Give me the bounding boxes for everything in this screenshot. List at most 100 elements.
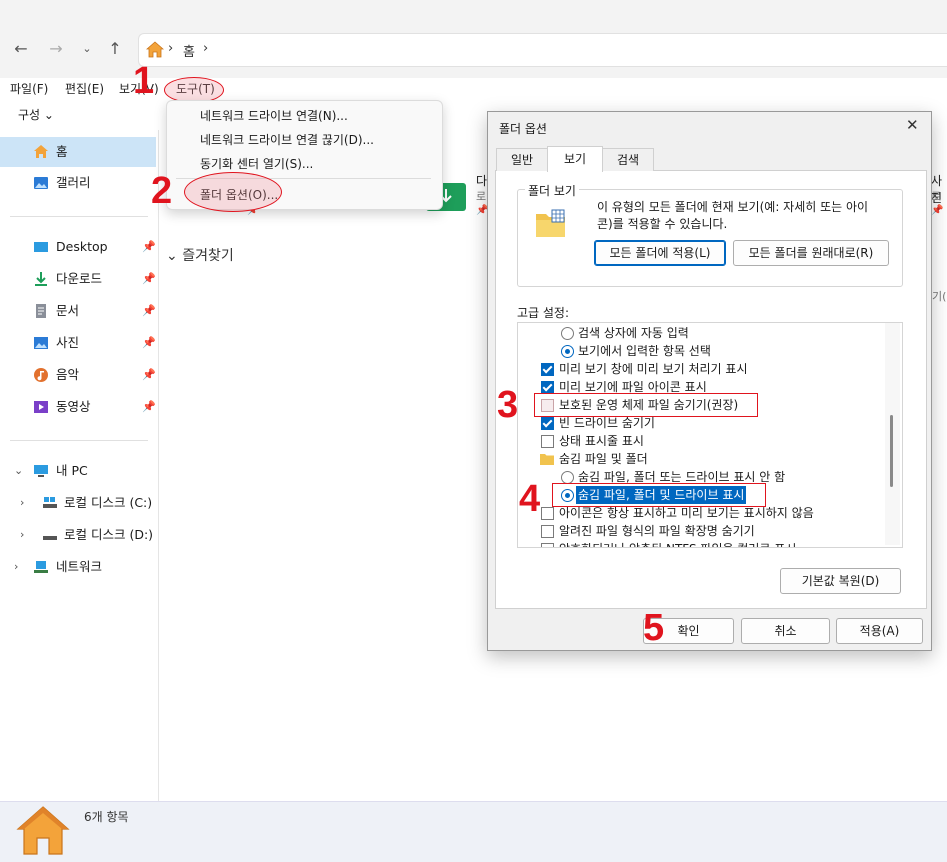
sidebar-item-label: 네트워크 <box>56 559 103 574</box>
pin-icon[interactable]: 📌 <box>142 360 156 390</box>
sidebar-item-this-pc[interactable]: ⌄ 내 PC <box>0 456 156 486</box>
sidebar-item-pictures[interactable]: 사진 📌 <box>0 328 156 358</box>
checkbox[interactable] <box>541 363 554 376</box>
checkbox[interactable] <box>541 435 554 448</box>
item-sublabel-truncated: 로 <box>931 190 942 203</box>
checkbox[interactable] <box>541 507 554 520</box>
music-icon <box>34 368 48 382</box>
chevron-right-icon[interactable]: › <box>20 488 24 518</box>
cancel-button[interactable]: 취소 <box>741 618 830 644</box>
tab-view[interactable]: 보기 <box>547 146 603 172</box>
sidebar-item-label: 갤러리 <box>56 175 91 190</box>
setting-row[interactable]: 암호화되거나 압축된 NTFS 파일을 컬러로 표시 <box>518 540 888 547</box>
organize-button[interactable]: 구성 ⌄ <box>18 106 54 123</box>
reset-folders-button[interactable]: 모든 폴더를 원래대로(R) <box>733 240 889 266</box>
item-sublabel-truncated: 로 <box>476 190 487 203</box>
pin-icon: 📌 <box>931 205 944 216</box>
menu-item-sync-center[interactable]: 동기화 센터 열기(S)... <box>200 155 313 172</box>
sidebar-item-videos[interactable]: 동영상 📌 <box>0 392 156 422</box>
favorites-label: 즐겨찾기 <box>182 248 234 264</box>
sidebar-divider <box>10 440 148 441</box>
settings-scrollbar-thumb[interactable] <box>890 415 893 487</box>
chevron-right-icon[interactable]: › <box>20 520 24 550</box>
pictures-icon <box>34 337 48 349</box>
sidebar-item-drive-c[interactable]: › 로컬 디스크 (C:) <box>0 488 156 518</box>
recent-chevron-icon[interactable]: ⌄ <box>76 38 98 60</box>
sidebar-item-music[interactable]: 음악 📌 <box>0 360 156 390</box>
chevron-down-icon[interactable]: ⌄ <box>14 456 23 486</box>
apply-button[interactable]: 적용(A) <box>836 618 923 644</box>
group-description-line2: 콘)를 적용할 수 있습니다. <box>597 217 728 231</box>
sidebar-item-downloads[interactable]: 다운로드 📌 <box>0 264 156 294</box>
sidebar-item-drive-d[interactable]: › 로컬 디스크 (D:) <box>0 520 156 550</box>
breadcrumb-home[interactable]: 홈 <box>183 41 195 60</box>
highlight-show-hidden-files <box>552 483 766 507</box>
sidebar-item-label: Desktop <box>56 239 108 254</box>
step-number-3: 3 <box>497 384 519 426</box>
setting-row[interactable]: 알려진 파일 형식의 파일 확장명 숨기기 <box>518 522 888 540</box>
tab-search[interactable]: 검색 <box>602 148 654 171</box>
home-large-icon <box>16 806 70 855</box>
pin-icon[interactable]: 📌 <box>142 328 156 358</box>
sidebar-divider <box>10 216 148 217</box>
pin-icon[interactable]: 📌 <box>142 392 156 422</box>
setting-row[interactable]: 보기에서 입력한 항목 선택 <box>518 342 888 360</box>
menu-item-disconnect-network-drive[interactable]: 네트워크 드라이브 연결 끊기(D)... <box>200 131 374 148</box>
sidebar-item-label: 내 PC <box>56 463 88 478</box>
breadcrumb-chevron-icon[interactable]: › <box>203 41 208 56</box>
advanced-settings-list[interactable]: 검색 상자에 자동 입력 보기에서 입력한 항목 선택 미리 보기 창에 미리 … <box>517 322 903 548</box>
close-icon[interactable]: ✕ <box>906 116 919 134</box>
back-arrow-icon[interactable]: ← <box>10 38 32 60</box>
sidebar-item-gallery[interactable]: 갤러리 <box>0 168 156 198</box>
download-icon <box>35 272 47 286</box>
pin-icon[interactable]: 📌 <box>142 296 156 326</box>
sidebar-item-network[interactable]: › 네트워크 <box>0 552 156 582</box>
sidebar-item-label: 동영상 <box>56 399 91 414</box>
chevron-right-icon[interactable]: › <box>14 552 18 582</box>
sidebar-item-desktop[interactable]: Desktop 📌 <box>0 232 156 262</box>
menu-item-map-network-drive[interactable]: 네트워크 드라이브 연결(N)... <box>200 107 348 124</box>
tab-general[interactable]: 일반 <box>496 148 548 171</box>
sidebar-item-home[interactable]: 홈 <box>0 137 156 167</box>
home-icon <box>146 41 164 58</box>
group-description-line1: 이 유형의 모든 폴더에 현재 보기(예: 자세히 또는 아이 <box>597 200 869 214</box>
organize-label: 구성 <box>18 108 41 122</box>
chevron-down-icon: ⌄ <box>166 248 178 264</box>
setting-row[interactable]: 검색 상자에 자동 입력 <box>518 324 888 342</box>
video-icon <box>34 401 48 413</box>
gallery-icon <box>34 177 48 189</box>
setting-label: 검색 상자에 자동 입력 <box>578 326 689 340</box>
pin-icon[interactable]: 📌 <box>142 232 156 262</box>
radio-button[interactable] <box>561 327 574 340</box>
menu-file[interactable]: 파일(F) <box>10 80 48 97</box>
desktop-icon <box>34 242 48 252</box>
setting-row[interactable]: 미리 보기 창에 미리 보기 처리기 표시 <box>518 360 888 378</box>
menu-edit[interactable]: 편집(E) <box>65 80 104 97</box>
folder-grid-icon <box>536 209 565 237</box>
setting-row[interactable]: 상태 표시줄 표시 <box>518 432 888 450</box>
step-number-1: 1 <box>133 60 155 102</box>
step-number-2: 2 <box>151 170 173 212</box>
sidebar-item-label: 로컬 디스크 (C:) <box>64 495 153 510</box>
sidebar-item-label: 다운로드 <box>56 271 103 286</box>
checkbox[interactable] <box>541 543 554 547</box>
up-arrow-icon[interactable]: ↑ <box>104 38 126 60</box>
checkbox[interactable] <box>541 525 554 538</box>
address-bar[interactable]: › 홈 › <box>138 33 947 67</box>
checkbox[interactable] <box>541 417 554 430</box>
sidebar-item-label: 사진 <box>56 335 80 350</box>
favorites-section-header[interactable]: ⌄ 즐겨찾기 <box>166 245 234 265</box>
item-count: 6개 항목 <box>84 810 129 824</box>
restore-defaults-button[interactable]: 기본값 복원(D) <box>780 568 901 594</box>
pin-icon[interactable]: 📌 <box>142 264 156 294</box>
drive-c-icon <box>43 497 57 508</box>
apply-to-folders-button[interactable]: 모든 폴더에 적용(L) <box>594 240 726 266</box>
radio-button[interactable] <box>561 345 574 358</box>
sidebar-item-documents[interactable]: 문서 📌 <box>0 296 156 326</box>
item-sublabel-truncated: 기( <box>932 290 947 303</box>
setting-label: 암호화되거나 압축된 NTFS 파일을 컬러로 표시 <box>559 540 796 547</box>
sidebar-item-label: 로컬 디스크 (D:) <box>64 527 154 542</box>
setting-label: 숨김 파일 및 폴더 <box>559 452 648 466</box>
forward-arrow-icon[interactable]: → <box>45 38 67 60</box>
setting-label: 상태 표시줄 표시 <box>559 434 644 448</box>
